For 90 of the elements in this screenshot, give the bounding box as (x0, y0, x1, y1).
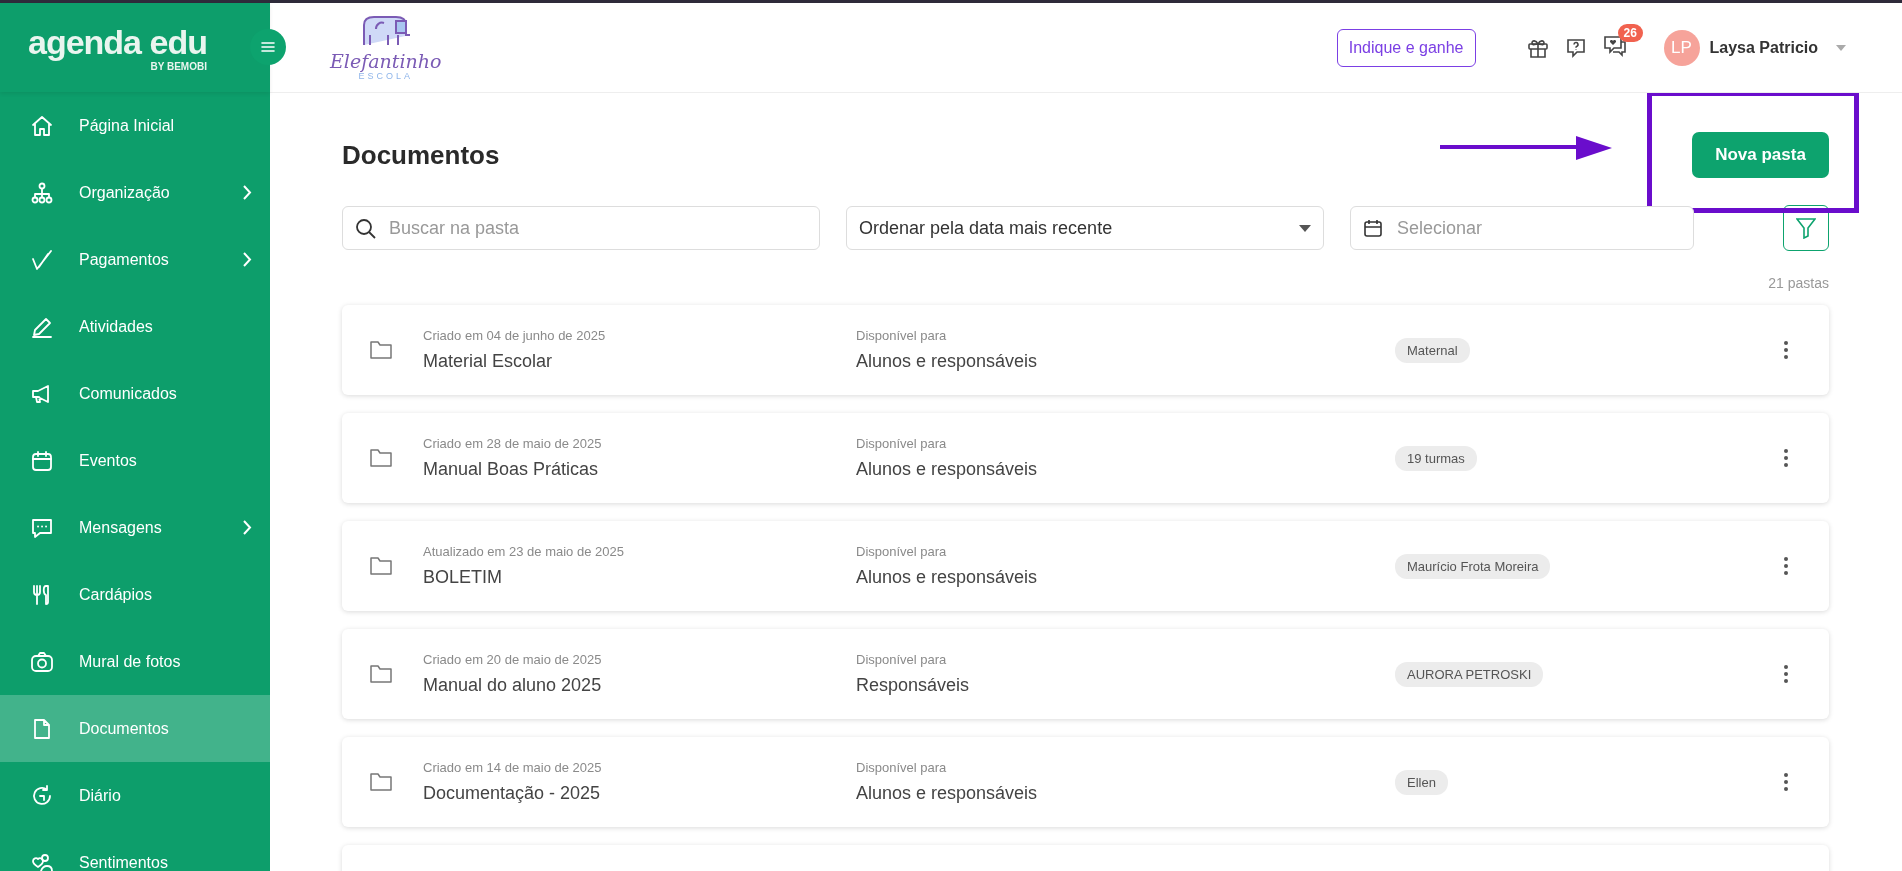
availability-label: Disponível para (856, 436, 948, 451)
notification-badge: 26 (1617, 23, 1643, 42)
availability-value: Responsáveis (856, 675, 971, 696)
camera-icon (30, 649, 54, 674)
audience-tag: 19 turmas (1395, 446, 1477, 471)
folder-icon (370, 449, 392, 467)
sidebar-item-label: Eventos (79, 451, 138, 470)
availability-label: Disponível para (856, 544, 948, 559)
folder-date: Criado em 20 de maio de 2025 (423, 652, 603, 667)
folder-icon (370, 341, 392, 359)
sidebar-item[interactable]: Documentos (0, 695, 270, 762)
folder-card[interactable]: Criado em 20 de maio de 2025 Manual do aluno 2025 Disponível para Responsáveis AURORA PETROSKI (342, 629, 1829, 719)
folder-name: BOLETIM (423, 567, 503, 588)
search-icon (355, 218, 377, 240)
folder-card[interactable]: Criado em 14 de maio de 2025 Documentação - 2025 Disponível para Alunos e responsáveis Ellen (342, 737, 1829, 827)
hierarchy-icon (30, 180, 54, 205)
availability-value: Alunos e responsáveis (856, 459, 1039, 480)
school-logo: Elefantinho ESCOLA (330, 14, 442, 81)
sidebar-item[interactable]: Organização (0, 159, 270, 226)
sidebar-item[interactable]: Mural de fotos (0, 628, 270, 695)
sidebar-item[interactable]: Eventos (0, 427, 270, 494)
folder-name: Material Escolar (423, 351, 554, 372)
sidebar-item-label: Mural de fotos (79, 652, 182, 671)
menu-icon (261, 41, 275, 53)
folder-card[interactable]: Atualizado em 23 de maio de 2025 BOLETIM Disponível para Alunos e responsáveis Maurício Frota Moreira (342, 521, 1829, 611)
folder-date: Criado em 28 de maio de 2025 (423, 436, 603, 451)
app-logo: agenda edu (28, 23, 207, 61)
checkmark-icon (30, 247, 54, 272)
folder-count: 21 pastas (1768, 275, 1829, 291)
user-name[interactable]: Laysa Patricio (1709, 38, 1818, 57)
sidebar-item-label: Sentimentos (79, 853, 169, 871)
sidebar-item-label: Cardápios (79, 585, 153, 604)
home-icon (30, 113, 54, 138)
page-title: Documentos (342, 139, 500, 171)
sidebar-item[interactable]: Pagamentos (0, 226, 270, 293)
kebab-icon (1784, 557, 1788, 575)
kebab-icon (1784, 449, 1788, 467)
availability-value: Alunos e responsáveis (856, 351, 1039, 372)
folder-name: Documentação - 2025 (423, 783, 602, 804)
folder-date: Atualizado em 23 de maio de 2025 (423, 544, 625, 559)
kebab-icon (1784, 341, 1788, 359)
audience-tag: Maternal (1395, 338, 1470, 363)
audience-tag: Maurício Frota Moreira (1395, 554, 1551, 579)
audience-tag: Ellen (1395, 770, 1448, 795)
availability-label: Disponível para (856, 760, 948, 775)
folder-icon (370, 773, 392, 791)
refresh-icon (30, 783, 54, 808)
folder-name: Manual do aluno 2025 (423, 675, 603, 696)
dropdown-caret-icon (1299, 224, 1311, 232)
sidebar-item-label: Mensagens (79, 518, 163, 537)
sidebar-item[interactable]: Cardápios (0, 561, 270, 628)
availability-value: Alunos e responsáveis (856, 567, 1039, 588)
folder-icon (370, 665, 392, 683)
sidebar-item-label: Página Inicial (79, 116, 176, 135)
folder-card[interactable]: Criado em 28 de maio de 2025 Manual Boas Práticas Disponível para Alunos e responsáveis 19 turmas (342, 413, 1829, 503)
availability-label: Disponível para (856, 652, 948, 667)
sort-dropdown[interactable]: Ordenar pela data mais recente (846, 206, 1324, 250)
sidebar-item[interactable]: Comunicados (0, 360, 270, 427)
menu-button[interactable] (250, 29, 286, 65)
sidebar-item[interactable]: Diário (0, 762, 270, 829)
audience-tag: AURORA PETROSKI (1395, 662, 1544, 687)
new-folder-button[interactable]: Nova pasta (1692, 132, 1829, 178)
sidebar-item[interactable]: Sentimentos (0, 829, 270, 871)
folder-name: Manual Boas Práticas (423, 459, 600, 480)
search-field[interactable]: Buscar na pasta (342, 206, 820, 250)
logo-byline: BY BEMOBI (150, 61, 207, 72)
sidebar-item[interactable]: Página Inicial (0, 92, 270, 159)
availability-value: Alunos e responsáveis (856, 783, 1039, 804)
kebab-icon (1784, 665, 1788, 683)
user-avatar[interactable]: LP (1663, 29, 1700, 66)
sidebar-item-label: Atividades (79, 317, 154, 336)
referral-button[interactable]: Indique e ganhe (1336, 28, 1476, 67)
folder-card[interactable]: Criado em 04 de junho de 2025 Material Escolar Disponível para Alunos e responsáveis Maternal (342, 305, 1829, 395)
availability-label: Disponível para (856, 328, 948, 343)
calendar-icon (1363, 218, 1383, 238)
sidebar-item[interactable]: Mensagens (0, 494, 270, 561)
folder-date: Criado em 04 de junho de 2025 (423, 328, 607, 343)
sidebar-item-label: Diário (79, 786, 122, 805)
folder-date: Criado em 14 de maio de 2025 (423, 760, 603, 775)
sidebar-item-label: Comunicados (79, 384, 178, 403)
filter-icon (1796, 217, 1816, 239)
sidebar-item-label: Organização (79, 183, 171, 202)
sidebar-item-label: Documentos (79, 719, 170, 738)
date-field[interactable]: Selecionar (1350, 206, 1694, 250)
folder-icon (370, 557, 392, 575)
kebab-icon (1784, 773, 1788, 791)
sidebar-item-label: Pagamentos (79, 250, 170, 269)
calendar-icon (30, 448, 54, 473)
sidebar-item[interactable]: Atividades (0, 293, 270, 360)
filter-button[interactable] (1783, 205, 1829, 251)
